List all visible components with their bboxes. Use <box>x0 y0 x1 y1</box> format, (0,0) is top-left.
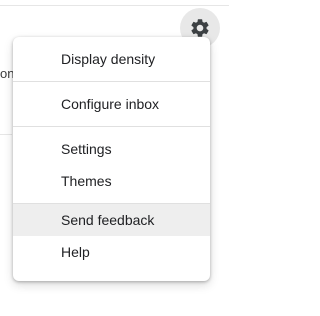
menu-item-help[interactable]: Help <box>13 236 210 268</box>
gear-icon <box>189 17 211 39</box>
menu-item-send-feedback[interactable]: Send feedback <box>13 204 210 236</box>
menu-item-settings[interactable]: Settings <box>13 133 210 165</box>
menu-item-display-density[interactable]: Display density <box>13 43 210 75</box>
background-row-divider <box>0 134 12 135</box>
menu-item-configure-inbox[interactable]: Configure inbox <box>13 88 210 120</box>
menu-item-themes[interactable]: Themes <box>13 165 210 197</box>
menu-divider <box>13 126 210 127</box>
menu-divider <box>13 81 210 82</box>
top-divider <box>0 5 229 6</box>
settings-dropdown-menu: Display density Configure inbox Settings… <box>13 37 210 281</box>
